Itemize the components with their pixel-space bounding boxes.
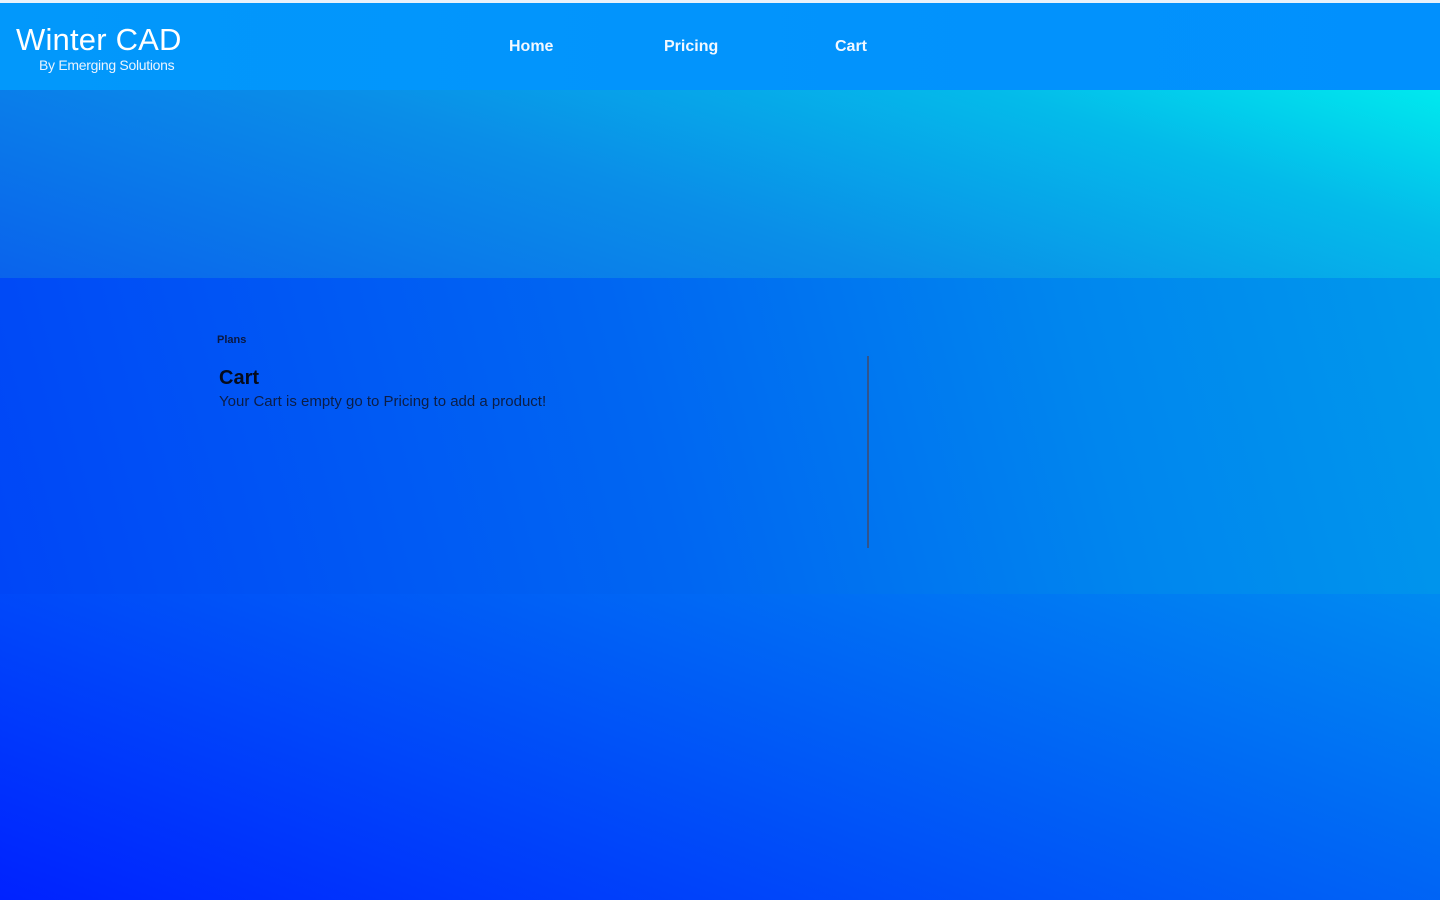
cart-empty-message: Your Cart is empty go to Pricing to add … bbox=[219, 393, 547, 410]
brand-subtitle: By Emerging Solutions bbox=[39, 57, 175, 73]
cart-title: Cart bbox=[219, 367, 260, 389]
hero-banner bbox=[0, 90, 1440, 278]
breadcrumb-plans: Plans bbox=[217, 334, 247, 346]
nav-link-pricing[interactable]: Pricing bbox=[664, 38, 718, 56]
navbar: Winter CAD By Emerging Solutions Home Pr… bbox=[0, 3, 1440, 90]
brand-title: Winter CAD bbox=[16, 22, 182, 57]
nav-link-cart[interactable]: Cart bbox=[835, 38, 867, 56]
nav-link-home[interactable]: Home bbox=[509, 38, 553, 56]
vertical-divider bbox=[867, 356, 869, 548]
cart-section: Plans Cart Your Cart is empty go to Pric… bbox=[0, 278, 1440, 594]
